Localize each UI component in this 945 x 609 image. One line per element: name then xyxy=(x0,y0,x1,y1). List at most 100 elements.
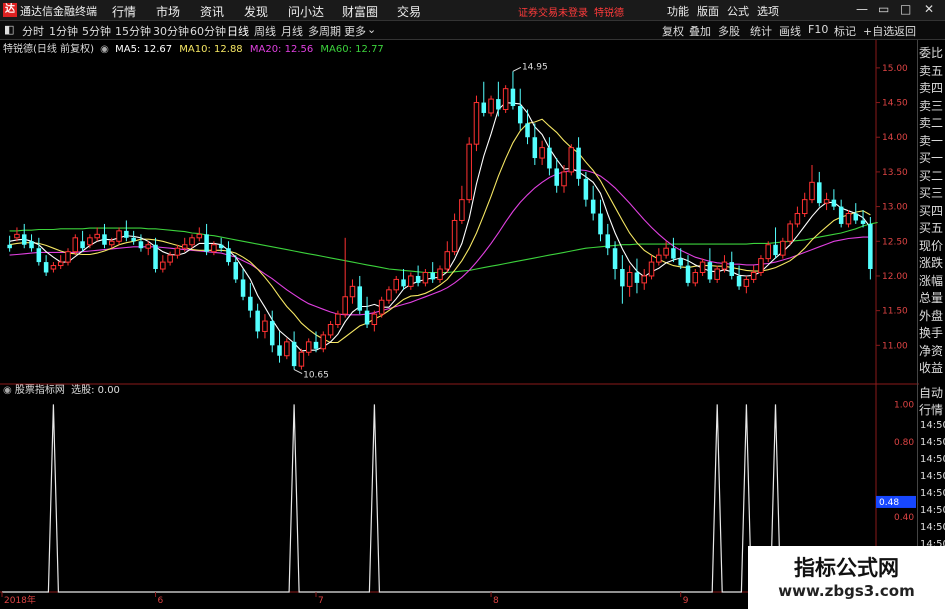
overlay-button[interactable]: 叠加 xyxy=(689,23,711,39)
close-icon[interactable]: ✕ xyxy=(924,2,934,16)
candle-body-up xyxy=(780,240,786,256)
period-60min[interactable]: 60分钟 xyxy=(190,23,226,39)
candle-body-down xyxy=(707,262,713,280)
period-5min[interactable]: 5分钟 xyxy=(82,23,111,39)
candle-body-up xyxy=(196,233,203,239)
candle-body-up xyxy=(145,244,151,249)
side-label[interactable]: 买一 xyxy=(919,149,943,166)
side-label[interactable]: 收益 xyxy=(919,359,943,376)
candle-body-down xyxy=(233,262,239,280)
price-axis-label: 12.50 xyxy=(882,237,908,247)
candle-body-down xyxy=(415,275,421,283)
return-button[interactable]: 返回 xyxy=(894,23,916,39)
candle-body-down xyxy=(138,241,144,249)
side-label[interactable]: 换手 xyxy=(919,324,943,341)
notice-user: 特锐德 xyxy=(594,8,624,19)
login-notice[interactable]: 证券交易未登录 xyxy=(518,4,588,19)
add-favorite-button[interactable]: +自选 xyxy=(863,23,894,39)
candle-body-down xyxy=(678,258,683,266)
side-label[interactable]: 外盘 xyxy=(919,307,943,324)
trade-time: 14:50 xyxy=(920,454,945,465)
draw-line-button[interactable]: 画线 xyxy=(779,23,801,39)
period-toolbar: ◧ 分时 1分钟 5分钟 15分钟 30分钟 60分钟 日线 周线 月线 多周期… xyxy=(0,21,945,40)
menu-market[interactable]: 市场 xyxy=(156,3,180,20)
current-value-label: 0.48 xyxy=(879,498,899,508)
side-label[interactable]: 卖二 xyxy=(919,114,943,131)
period-1min[interactable]: 1分钟 xyxy=(49,23,78,39)
multi-stock-button[interactable]: 多股 xyxy=(718,23,740,39)
period-weekly[interactable]: 周线 xyxy=(254,23,276,39)
side-label[interactable]: 卖一 xyxy=(919,132,943,149)
side-label[interactable]: 买二 xyxy=(919,167,943,184)
candle-body-down xyxy=(269,321,275,346)
candle-body-up xyxy=(160,261,166,270)
candle-body-down xyxy=(860,220,866,224)
period-30min[interactable]: 30分钟 xyxy=(153,23,189,39)
candle-body-down xyxy=(554,168,559,186)
candle-body-up xyxy=(94,233,100,239)
period-daily[interactable]: 日线 xyxy=(227,23,249,39)
side-label[interactable]: 卖三 xyxy=(919,97,943,114)
candle-body-down xyxy=(817,182,822,204)
menu-formula[interactable]: 公式 xyxy=(727,3,749,19)
candle-body-up xyxy=(181,244,188,249)
low-price-label: 10.65 xyxy=(303,371,329,381)
menu-function[interactable]: 功能 xyxy=(667,3,689,19)
menu-discover[interactable]: 发现 xyxy=(244,3,268,20)
menu-layout[interactable]: 版面 xyxy=(697,3,719,19)
candle-body-up xyxy=(189,237,195,246)
period-multi[interactable]: 多周期 xyxy=(308,23,341,39)
candle-body-down xyxy=(248,296,253,311)
side-label[interactable]: 总量 xyxy=(919,289,943,306)
menu-options[interactable]: 选项 xyxy=(757,3,779,19)
side-label[interactable]: 买三 xyxy=(919,184,943,201)
minimize-icon[interactable]: — xyxy=(856,2,868,16)
candle-body-up xyxy=(473,102,480,145)
kline-chart[interactable]: 14.9510.65 1.000.800.480.400.202018年6789… xyxy=(0,40,919,609)
watermark-title: 指标公式网 xyxy=(794,556,899,580)
side-label[interactable]: 委比 xyxy=(919,44,943,61)
side-label[interactable]: 涨幅 xyxy=(919,272,943,289)
restore-icon[interactable]: ▭ xyxy=(878,2,889,16)
f10-button[interactable]: F10 xyxy=(808,23,828,36)
side-label[interactable]: 卖四 xyxy=(919,79,943,96)
period-monthly[interactable]: 月线 xyxy=(281,23,303,39)
menu-news[interactable]: 资讯 xyxy=(200,3,224,20)
back-icon[interactable]: ◧ xyxy=(4,23,14,36)
side-bottom-label[interactable]: 行情 xyxy=(919,401,943,418)
candle-body-up xyxy=(422,271,429,284)
candle-body-up xyxy=(568,147,575,173)
low-pointer xyxy=(293,369,303,375)
side-label[interactable]: 净资 xyxy=(919,342,943,359)
menu-trade[interactable]: 交易 xyxy=(397,3,421,20)
indicator-settings-icon[interactable]: ◉ xyxy=(0,385,12,396)
candle-body-down xyxy=(590,199,596,214)
menu-wealth-circle[interactable]: 财富圈 xyxy=(342,3,378,20)
side-label[interactable]: 现价 xyxy=(919,237,943,254)
candle-body-down xyxy=(277,345,282,356)
candle-body-up xyxy=(845,213,852,225)
candle-body-up xyxy=(692,271,699,284)
period-intraday[interactable]: 分时 xyxy=(22,23,44,39)
candle-body-up xyxy=(408,275,414,287)
chevron-down-icon[interactable]: ⌄ xyxy=(367,23,376,36)
period-15min[interactable]: 15分钟 xyxy=(115,23,151,39)
candle-body-up xyxy=(87,237,93,246)
menu-ask[interactable]: 问小达 xyxy=(288,3,324,20)
price-axis-label: 13.50 xyxy=(882,168,908,178)
candle-body-up xyxy=(801,199,808,215)
adjust-button[interactable]: 复权 xyxy=(662,23,684,39)
maximize-icon[interactable]: □ xyxy=(900,2,911,16)
side-label[interactable]: 卖五 xyxy=(919,62,943,79)
side-label[interactable]: 买五 xyxy=(919,219,943,236)
statistics-button[interactable]: 统计 xyxy=(750,23,772,39)
ma10-line xyxy=(9,118,871,344)
side-label[interactable]: 买四 xyxy=(919,202,943,219)
period-more[interactable]: 更多 xyxy=(344,23,366,39)
side-bottom-label[interactable]: 自动 xyxy=(919,384,943,401)
side-label[interactable]: 涨跌 xyxy=(919,254,943,271)
indicator-name: 股票指标网 xyxy=(14,385,65,396)
mark-button[interactable]: 标记 xyxy=(834,23,856,39)
menu-quotes[interactable]: 行情 xyxy=(112,3,136,20)
candle-body-down xyxy=(525,123,530,138)
